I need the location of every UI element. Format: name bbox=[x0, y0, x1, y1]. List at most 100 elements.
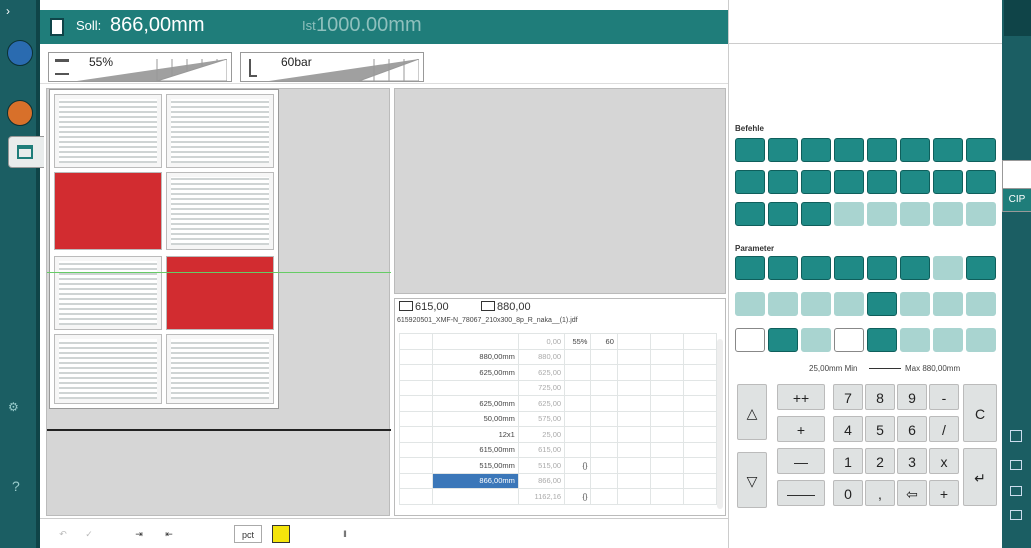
table-scrollbar[interactable] bbox=[717, 339, 723, 509]
parameter-button[interactable] bbox=[735, 256, 765, 280]
print-icon[interactable] bbox=[1010, 460, 1022, 470]
program-table[interactable]: 0,00 55% 60 880,00mm 880,00 625,00mm 625,00 725… bbox=[398, 333, 718, 505]
pct-button[interactable]: pct bbox=[234, 525, 262, 543]
yellow-square-button[interactable] bbox=[272, 525, 290, 543]
table-cell: 1162,16 bbox=[517, 488, 566, 505]
table-row[interactable]: 866,00mm 866,00 bbox=[398, 472, 718, 489]
table-cell bbox=[432, 488, 519, 505]
down-key[interactable]: ▽ bbox=[737, 452, 767, 508]
command-button[interactable] bbox=[735, 202, 765, 226]
up-key[interactable]: △ bbox=[737, 384, 767, 440]
table-cell bbox=[616, 441, 651, 458]
parameter-button[interactable] bbox=[867, 292, 897, 316]
parameter-button[interactable] bbox=[966, 256, 996, 280]
pressure-slider[interactable]: 60bar bbox=[240, 52, 424, 82]
minus-key[interactable]: — bbox=[777, 448, 825, 474]
command-button[interactable] bbox=[834, 170, 864, 194]
command-button[interactable] bbox=[933, 138, 963, 162]
folder-icon[interactable] bbox=[1010, 510, 1022, 520]
soll-value: 866,00mm bbox=[110, 14, 205, 36]
plus2-key[interactable]: + bbox=[929, 480, 959, 506]
tab-cip[interactable]: CIP bbox=[1002, 188, 1031, 212]
parameter-button[interactable] bbox=[867, 256, 897, 280]
list-icon[interactable] bbox=[1010, 430, 1022, 442]
parameter-button[interactable] bbox=[867, 328, 897, 352]
enter-key[interactable]: ↵ bbox=[963, 448, 997, 506]
command-button[interactable] bbox=[768, 202, 798, 226]
table-row[interactable]: 50,00mm 575,00 bbox=[398, 410, 718, 427]
command-button[interactable] bbox=[768, 170, 798, 194]
command-button[interactable] bbox=[801, 138, 831, 162]
dash-key[interactable]: - bbox=[929, 384, 959, 410]
key-5[interactable]: 5 bbox=[865, 416, 895, 442]
command-button[interactable] bbox=[933, 170, 963, 194]
x-key[interactable]: x bbox=[929, 448, 959, 474]
table-row[interactable]: 880,00mm 880,00 bbox=[398, 348, 718, 365]
ist-label: Ist bbox=[302, 18, 316, 33]
parameter-button[interactable] bbox=[834, 256, 864, 280]
table-cell bbox=[398, 410, 434, 427]
command-button[interactable] bbox=[735, 138, 765, 162]
table-cell bbox=[432, 379, 519, 396]
command-button[interactable] bbox=[900, 138, 930, 162]
minusminus-key[interactable]: —— bbox=[777, 480, 825, 506]
table-row[interactable]: 725,00 bbox=[398, 379, 718, 396]
command-button[interactable] bbox=[735, 170, 765, 194]
parameter-button[interactable] bbox=[768, 256, 798, 280]
page-tile bbox=[54, 94, 162, 168]
settings-icon[interactable]: ⚙ bbox=[8, 400, 19, 414]
plus-key[interactable]: + bbox=[777, 416, 825, 442]
machine-tab[interactable] bbox=[8, 136, 44, 168]
key-1[interactable]: 1 bbox=[833, 448, 863, 474]
edit-icon[interactable] bbox=[1010, 486, 1022, 496]
table-row[interactable]: 0,00 55% 60 bbox=[398, 333, 718, 350]
jobs-icon[interactable] bbox=[7, 100, 33, 126]
parameter-button[interactable] bbox=[735, 328, 765, 352]
insert-right-icon[interactable]: ⇤ bbox=[160, 525, 178, 543]
key-2[interactable]: 2 bbox=[865, 448, 895, 474]
expand-arrow-icon[interactable]: › bbox=[6, 4, 10, 18]
backspace-key[interactable]: ⇦ bbox=[897, 480, 927, 506]
user-icon[interactable] bbox=[7, 40, 33, 66]
redo-icon[interactable]: ✓ bbox=[80, 525, 98, 543]
command-button[interactable] bbox=[900, 170, 930, 194]
key-0[interactable]: 0 bbox=[833, 480, 863, 506]
key-9[interactable]: 9 bbox=[897, 384, 927, 410]
clear-key[interactable]: C bbox=[963, 384, 997, 442]
undo-icon[interactable]: ↶ bbox=[54, 525, 72, 543]
slash-key[interactable]: / bbox=[929, 416, 959, 442]
help-icon[interactable]: ? bbox=[12, 478, 20, 494]
plusplus-key[interactable]: ++ bbox=[777, 384, 825, 410]
sheet-preview[interactable] bbox=[46, 88, 391, 516]
command-button[interactable] bbox=[801, 170, 831, 194]
command-button[interactable] bbox=[867, 138, 897, 162]
command-button[interactable] bbox=[966, 138, 996, 162]
comma-key[interactable]: , bbox=[865, 480, 895, 506]
parameter-button[interactable] bbox=[801, 256, 831, 280]
table-row[interactable]: 515,00mm 515,00{} bbox=[398, 457, 718, 474]
insert-left-icon[interactable]: ⇥ bbox=[130, 525, 148, 543]
key-4[interactable]: 4 bbox=[833, 416, 863, 442]
command-button[interactable] bbox=[801, 202, 831, 226]
table-cell: 866,00mm bbox=[432, 472, 519, 489]
table-row[interactable]: 12x1 25,00 bbox=[398, 426, 718, 443]
key-7[interactable]: 7 bbox=[833, 384, 863, 410]
table-row[interactable]: 1162,16{} bbox=[398, 488, 718, 505]
command-button[interactable] bbox=[834, 138, 864, 162]
command-button[interactable] bbox=[966, 170, 996, 194]
parameter-button[interactable] bbox=[834, 328, 864, 352]
table-cell bbox=[649, 441, 684, 458]
key-3[interactable]: 3 bbox=[897, 448, 927, 474]
command-button[interactable] bbox=[867, 170, 897, 194]
table-row[interactable]: 615,00mm 615,00 bbox=[398, 441, 718, 458]
command-button[interactable] bbox=[768, 138, 798, 162]
table-row[interactable]: 625,00mm 625,00 bbox=[398, 364, 718, 381]
parameter-button[interactable] bbox=[900, 256, 930, 280]
percent-slider[interactable]: 55% bbox=[48, 52, 232, 82]
key-6[interactable]: 6 bbox=[897, 416, 927, 442]
key-8[interactable]: 8 bbox=[865, 384, 895, 410]
table-cell bbox=[682, 488, 718, 505]
table-row[interactable]: 625,00mm 625,00 bbox=[398, 395, 718, 412]
pause-icon[interactable]: ‖ bbox=[336, 525, 354, 543]
parameter-button[interactable] bbox=[768, 328, 798, 352]
